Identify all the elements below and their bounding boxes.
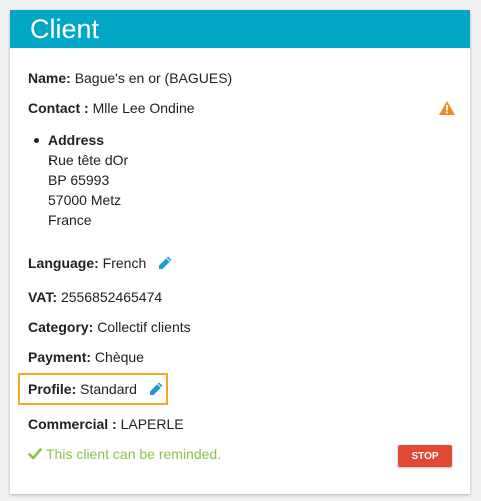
category-value: Collectif clients bbox=[97, 319, 191, 335]
contact-value: Mlle Lee Ondine bbox=[92, 100, 195, 116]
language-value: French bbox=[102, 255, 147, 271]
address-line: 57000 Metz bbox=[48, 192, 122, 208]
name-value: Bague's en or (BAGUES) bbox=[74, 70, 233, 86]
profile-label: Profile: bbox=[28, 381, 77, 397]
vat-label: VAT: bbox=[28, 289, 58, 305]
commercial-value: LAPERLE bbox=[120, 416, 184, 432]
edit-profile-pencil-icon[interactable] bbox=[149, 382, 163, 396]
commercial-label: Commercial : bbox=[28, 416, 117, 432]
address-lines: Rue tête dOr BP 65993 57000 Metz France bbox=[48, 150, 128, 230]
language-row: Language: French bbox=[28, 255, 172, 271]
language-label: Language: bbox=[28, 255, 99, 271]
remind-status: This client can be reminded. bbox=[28, 446, 221, 462]
contact-label: Contact : bbox=[28, 100, 89, 116]
contact-row: Contact : Mlle Lee Ondine bbox=[28, 100, 195, 116]
payment-label: Payment: bbox=[28, 349, 92, 365]
name-row: Name: Bague's en or (BAGUES) bbox=[28, 70, 232, 86]
vat-value: 2556852465474 bbox=[60, 289, 163, 305]
payment-value: Chèque bbox=[94, 349, 144, 365]
bullet-icon bbox=[34, 138, 39, 143]
category-label: Category: bbox=[28, 319, 94, 335]
check-icon bbox=[28, 448, 42, 460]
stop-button[interactable]: STOP bbox=[398, 445, 452, 467]
commercial-row: Commercial : LAPERLE bbox=[28, 416, 184, 432]
card-title: Client bbox=[10, 10, 470, 48]
profile-row: Profile: Standard bbox=[28, 381, 163, 397]
address-line: Rue tête dOr bbox=[48, 152, 129, 168]
category-row: Category: Collectif clients bbox=[28, 319, 191, 335]
client-card: Client Name: Bague's en or (BAGUES) Cont… bbox=[10, 10, 470, 494]
vat-row: VAT: 2556852465474 bbox=[28, 289, 162, 305]
profile-value: Standard bbox=[80, 381, 137, 397]
name-label: Name: bbox=[28, 70, 71, 86]
address-line: BP 65993 bbox=[48, 172, 110, 188]
edit-language-pencil-icon[interactable] bbox=[158, 256, 172, 270]
remind-text: This client can be reminded. bbox=[46, 446, 222, 462]
payment-row: Payment: Chèque bbox=[28, 349, 144, 365]
warning-icon[interactable] bbox=[439, 101, 455, 115]
address-line: France bbox=[48, 212, 92, 228]
